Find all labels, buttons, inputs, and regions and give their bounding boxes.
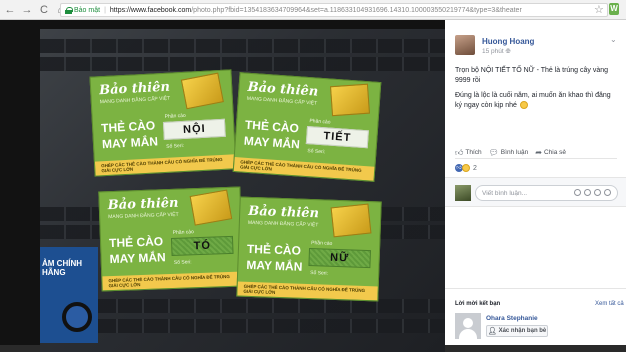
browser-toolbar: ← → C ⌂ Bảo mật | https://www.facebook.c…	[0, 0, 626, 20]
like-button[interactable]: 👍︎ Thích	[455, 148, 482, 158]
post-paragraph: Đúng là lộc là cuối năm, ai muốn ăn khao…	[455, 91, 617, 110]
confirm-friend-button[interactable]: 👤︎ Xác nhận bạn bè	[486, 325, 548, 337]
card-title-line2: MAY MẮN	[246, 257, 303, 274]
post-paragraph: Trọn bộ NỘI TIẾT TỐ NỮ - Thẻ là trúng câ…	[455, 67, 609, 84]
comment-button[interactable]: 💬︎ Bình luận	[489, 148, 529, 157]
comment-label: Bình luận	[500, 149, 529, 156]
haha-reaction-icon	[462, 164, 470, 172]
card-serial: Số Seri:	[310, 270, 329, 277]
friend-requests-title: Lời mời kết bạn	[455, 301, 501, 307]
card-scratch-label: Phần cào	[311, 240, 333, 247]
card-scratch-word: NỘI	[162, 118, 226, 140]
post-actions: 👍︎ Thích 💬︎ Bình luận ➦ Chia sẻ	[455, 147, 617, 159]
reload-button[interactable]: C	[37, 3, 51, 17]
post-time-text: 15 phút	[482, 48, 504, 55]
share-icon: ➦	[535, 148, 542, 157]
author-name[interactable]: Huong Hoang	[482, 37, 534, 46]
gif-icon[interactable]	[594, 189, 601, 196]
thumbs-up-icon: 👍︎	[455, 147, 464, 157]
gift-icon	[180, 72, 224, 110]
viewer-avatar	[455, 185, 471, 201]
url-separator: |	[104, 6, 106, 14]
keyboard-keys	[40, 57, 445, 71]
gift-icon	[330, 203, 372, 238]
add-friend-icon: 👤︎	[487, 328, 497, 335]
card-footer: GHÉP CÁC THẺ CÀO THÀNH CÂU CÓ NGHĨA ĐỂ T…	[102, 271, 244, 291]
post-paragraph-text: Đúng là lộc là cuối năm, ai muốn ăn khao…	[455, 92, 611, 109]
comment-tools	[574, 189, 611, 196]
card-scratch-label: Phần cào	[309, 118, 331, 126]
sticker-text: ẢM CHÍNH HÃNG	[42, 259, 82, 277]
scratch-card: Bảo thiên MANG DANH ĐẲNG CẤP VIỆT THẺ CÀ…	[98, 186, 244, 292]
reaction-summary[interactable]: 👍︎ 2	[455, 162, 477, 174]
photo-viewer: ẢM CHÍNH HÃNG Bảo thiên MANG DANH ĐẲNG C…	[0, 20, 445, 352]
keyboard-keys	[40, 319, 445, 333]
suggested-person-name[interactable]: Ohara Stephanie	[486, 315, 538, 322]
camera-icon[interactable]	[584, 189, 591, 196]
divider	[445, 288, 626, 289]
forward-button[interactable]: →	[20, 3, 34, 17]
card-brand-sub: MANG DANH ĐẲNG CẤP VIỆT	[108, 211, 179, 221]
card-scratch-word: TÓ	[170, 235, 234, 256]
post-time[interactable]: 15 phút 🌐︎	[482, 48, 511, 56]
smile-emoji-icon	[519, 100, 528, 109]
see-all-link[interactable]: Xem tất cả	[595, 301, 624, 307]
card-title-line1: THẺ CÀO	[244, 117, 300, 136]
url-host: https://www.facebook.com	[109, 6, 192, 14]
globe-icon: 🌐︎	[505, 48, 511, 55]
card-title-line1: THẺ CÀO	[108, 234, 164, 251]
like-label: Thích	[465, 149, 482, 156]
keyboard-keys	[40, 299, 445, 313]
card-footer: GHÉP CÁC THẺ CÀO THÀNH CÂU CÓ NGHĨA ĐỂ T…	[94, 154, 237, 176]
card-scratch-label: Phần cào	[164, 112, 186, 120]
card-title-line2: MAY MẮN	[109, 250, 166, 267]
suggested-person-avatar[interactable]	[455, 313, 481, 339]
shopping-icon[interactable]: W	[609, 3, 619, 15]
back-button[interactable]: ←	[3, 3, 17, 17]
share-label: Chia sẻ	[543, 149, 567, 156]
card-serial: Số Seri:	[307, 148, 326, 156]
author-avatar[interactable]	[455, 35, 475, 55]
sticker-logo	[62, 302, 92, 332]
emoji-icon[interactable]	[574, 189, 581, 196]
gift-icon	[329, 83, 370, 117]
keyboard-keys	[40, 39, 445, 53]
card-title-line2: MAY MẮN	[243, 133, 301, 152]
post-panel: Huong Hoang 15 phút 🌐︎ ⌄ Trọn bộ NỘI TIẾ…	[445, 20, 626, 345]
card-title-line1: THẺ CÀO	[246, 241, 302, 258]
post-body: Trọn bộ NỘI TIẾT TỐ NỮ - Thẻ là trúng câ…	[455, 66, 617, 116]
laptop-sticker: ẢM CHÍNH HÃNG	[40, 247, 98, 343]
sticker-icon[interactable]	[604, 189, 611, 196]
lock-icon	[65, 6, 73, 14]
card-title-line1: THẺ CÀO	[100, 118, 156, 136]
card-brand: Bảo thiên	[107, 195, 179, 214]
scratch-card: Bảo thiên MANG DANH ĐẲNG CẤP VIỆT THẺ CÀ…	[232, 72, 382, 182]
card-scratch-word: NỮ	[308, 248, 371, 269]
comment-placeholder: Viết bình luận...	[482, 189, 528, 197]
comment-input[interactable]: Viết bình luận...	[475, 185, 618, 201]
comment-icon: 💬︎	[488, 148, 499, 157]
card-brand-sub: MANG DANH ĐẲNG CẤP VIỆT	[247, 219, 319, 229]
confirm-friend-label: Xác nhận bạn bè	[498, 328, 547, 334]
url-path: /photo.php?fbid=1354183634709964&set=a.1…	[191, 6, 522, 14]
chevron-down-icon[interactable]: ⌄	[610, 35, 617, 44]
gift-icon	[189, 189, 233, 226]
star-icon[interactable]: ☆	[594, 3, 604, 16]
card-serial: Số Seri:	[173, 259, 192, 266]
comment-composer: Viết bình luận...	[445, 177, 626, 207]
scratch-card: Bảo thiên MANG DANH ĐẲNG CẤP VIỆT THẺ CÀ…	[236, 196, 382, 302]
card-footer: GHÉP CÁC THẺ CÀO THÀNH CÂU CÓ NGHĨA ĐỂ T…	[233, 157, 377, 181]
card-serial: Số Seri:	[166, 142, 185, 150]
address-bar[interactable]: Bảo mật | https://www.facebook.com/photo…	[60, 3, 608, 17]
card-footer: GHÉP CÁC THẺ CÀO THÀNH CÂU CÓ NGHĨA ĐỂ T…	[237, 281, 380, 301]
card-brand: Bảo thiên	[248, 203, 320, 222]
share-button[interactable]: ➦ Chia sẻ	[535, 148, 566, 157]
scratch-card: Bảo thiên MANG DANH ĐẲNG CẤP VIỆT THẺ CÀ…	[89, 69, 237, 177]
card-title-line2: MAY MẮN	[101, 134, 159, 152]
card-scratch-word: TIẾT	[305, 126, 369, 149]
post-photo[interactable]: ẢM CHÍNH HÃNG Bảo thiên MANG DANH ĐẲNG C…	[40, 29, 445, 352]
reaction-count: 2	[473, 164, 477, 172]
card-scratch-label: Phần cào	[172, 229, 195, 236]
secure-label: Bảo mật	[74, 6, 101, 14]
